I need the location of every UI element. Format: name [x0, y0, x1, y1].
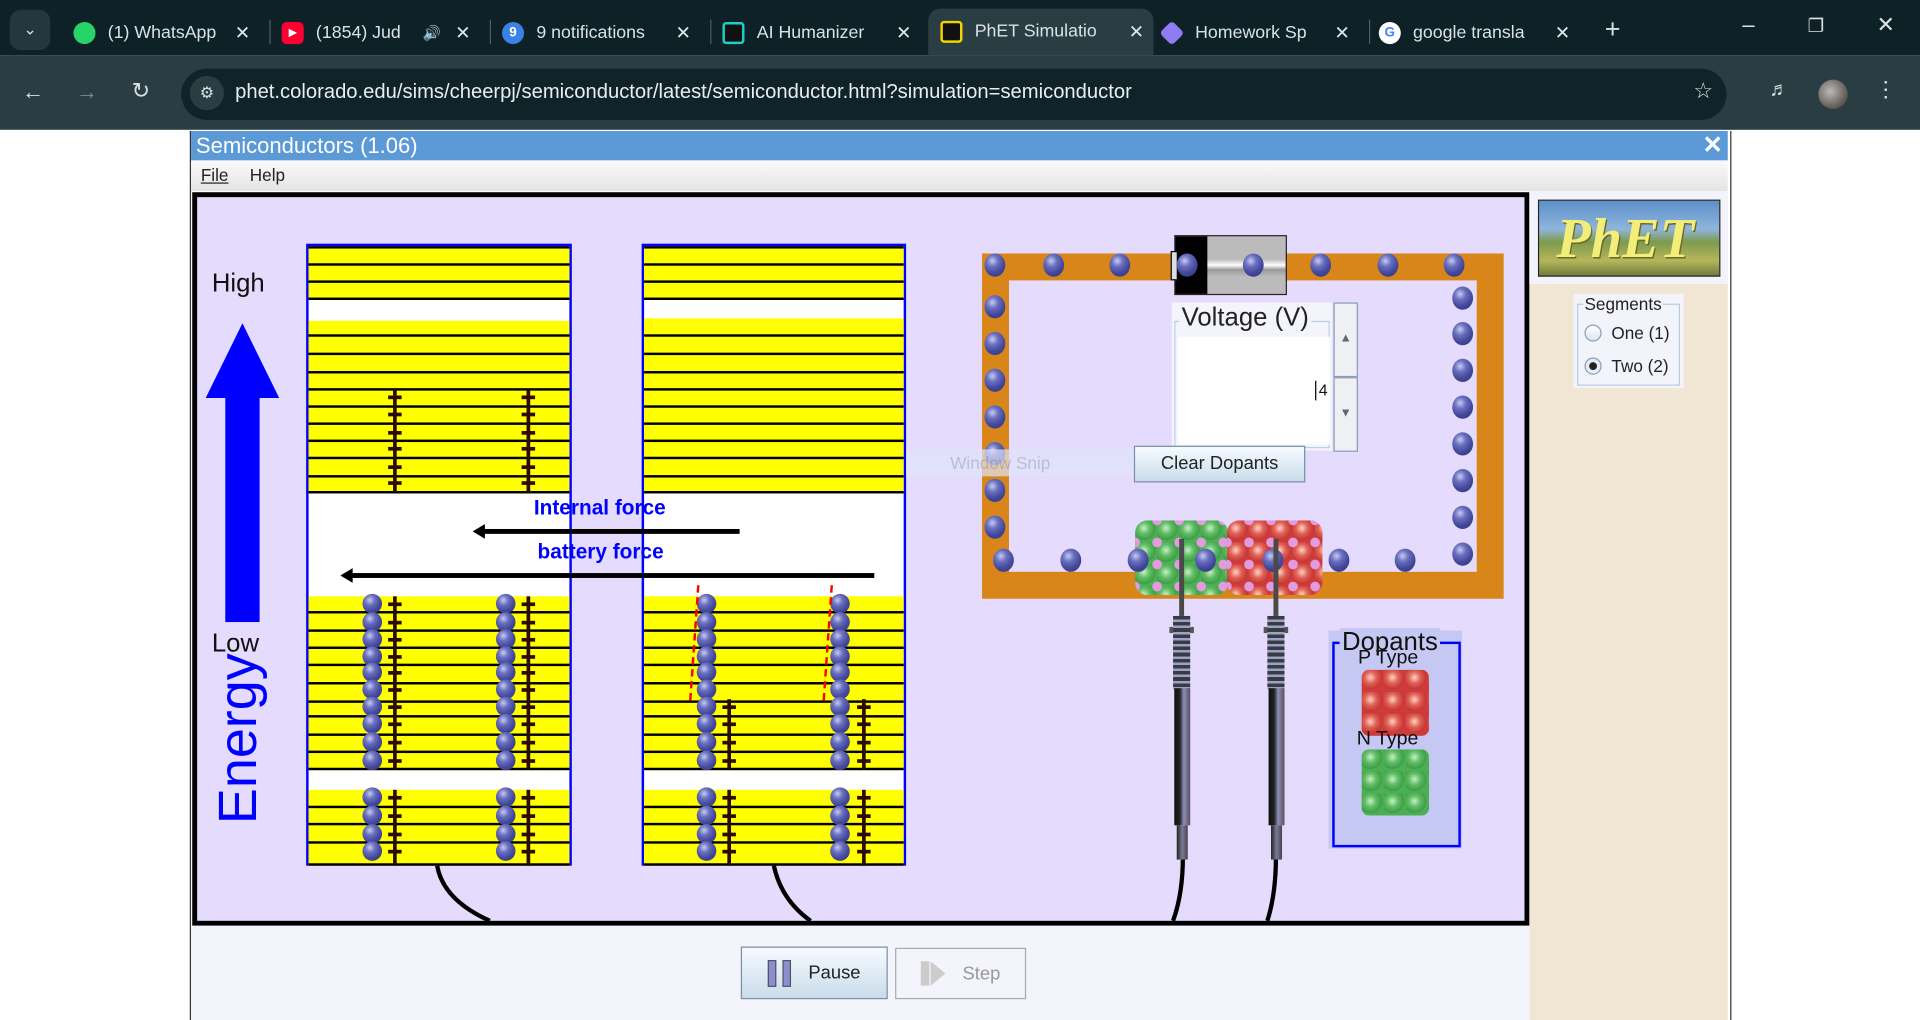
step-icon: [920, 961, 930, 986]
voltmeter-probe-1[interactable]: [1179, 538, 1185, 625]
wire: [1171, 857, 1186, 922]
electron: [984, 295, 1006, 319]
probe-grip: [1267, 615, 1285, 690]
electron: [1452, 468, 1474, 493]
segment-option-two[interactable]: Two (2): [1584, 356, 1669, 376]
electron: [1443, 253, 1465, 277]
electron: [984, 368, 1006, 392]
clear-dopants-button[interactable]: Clear Dopants: [1133, 445, 1306, 483]
electron: [984, 331, 1006, 356]
text-cursor: [1315, 380, 1317, 401]
electron: [1310, 253, 1332, 277]
electron: [1452, 322, 1474, 346]
radio-two[interactable]: [1584, 357, 1602, 375]
electron: [984, 405, 1006, 429]
segment-label-two: Two (2): [1611, 356, 1669, 376]
electron: [1060, 548, 1082, 572]
phet-logo: PhET: [1537, 199, 1721, 277]
electron: [1043, 253, 1065, 277]
step-button[interactable]: Step: [895, 947, 1027, 1000]
wire: [771, 865, 812, 923]
electron: [984, 478, 1006, 503]
probe-grip: [1173, 615, 1191, 690]
p-type-dopant-source[interactable]: [1361, 669, 1429, 736]
electron: [1328, 548, 1350, 572]
phet-logo-text: PhET: [1556, 206, 1695, 270]
screen: ⌄ (1) WhatsApp ✕ ▶ (1854) Jud 🔊 ✕ 9 9 notificat…: [0, 0, 1920, 1020]
pause-button[interactable]: Pause: [740, 946, 888, 1000]
p-type-label: P Type: [1357, 647, 1419, 669]
electron: [1452, 432, 1474, 456]
electron: [1176, 253, 1198, 277]
segments-group: Segments One (1) Two (2): [1573, 293, 1684, 389]
electron: [1452, 505, 1474, 529]
probe-tail: [1176, 825, 1188, 860]
segment-label-one: One (1): [1611, 323, 1670, 343]
voltmeter-probe-2[interactable]: [1273, 538, 1279, 625]
pause-icon-bar: [782, 959, 792, 987]
probe-body: [1174, 688, 1191, 826]
segment-option-one[interactable]: One (1): [1584, 323, 1670, 343]
electron: [993, 548, 1014, 572]
n-type-label: N Type: [1356, 728, 1419, 750]
probe-body: [1268, 688, 1285, 826]
n-type-dopant-source[interactable]: [1361, 749, 1429, 816]
electron: [1109, 253, 1131, 277]
step-label: Step: [962, 963, 1001, 984]
electron: [1452, 358, 1474, 383]
snip-overlay-text: Window Snip: [950, 453, 1051, 473]
electron: [1377, 253, 1399, 277]
pause-icon: [768, 959, 777, 987]
voltage-value[interactable]: 4: [1319, 381, 1328, 399]
segments-title: Segments: [1583, 293, 1663, 314]
step-icon-arrow: [930, 961, 946, 986]
voltage-field[interactable]: [1177, 336, 1330, 445]
electron: [984, 253, 1006, 277]
wire: [435, 865, 491, 923]
electron: [1127, 548, 1149, 572]
electron: [984, 515, 1006, 539]
electron: [1452, 286, 1474, 310]
electron: [1452, 395, 1474, 419]
radio-one[interactable]: [1584, 324, 1602, 342]
electron: [1195, 548, 1216, 572]
electron: [1394, 548, 1416, 572]
voltage-spinner-up[interactable]: ▲: [1333, 302, 1358, 378]
pause-label: Pause: [808, 962, 861, 984]
electron: [1242, 253, 1264, 277]
voltage-spinner-down[interactable]: ▼: [1333, 377, 1358, 452]
wire: [1265, 857, 1279, 922]
electron: [1452, 542, 1474, 566]
voltage-title: Voltage (V): [1179, 303, 1312, 334]
probe-tail: [1271, 825, 1283, 860]
